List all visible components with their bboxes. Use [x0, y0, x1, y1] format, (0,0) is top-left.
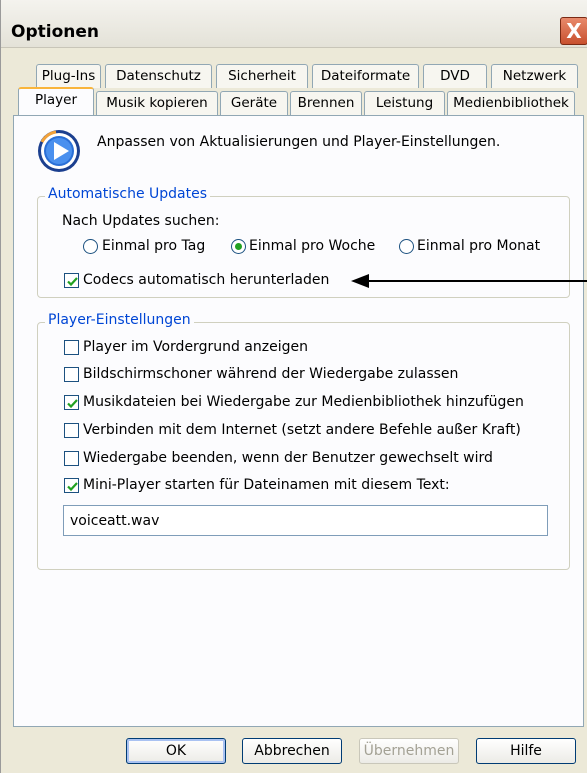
checkbox-add-to-library-label[interactable]: Musikdateien bei Wiedergabe zur Medienbi… [83, 394, 524, 410]
media-player-icon [38, 130, 80, 172]
cancel-button[interactable]: Abbrechen [242, 738, 342, 764]
radio-weekly-label[interactable]: Einmal pro Woche [249, 238, 375, 254]
player-settings-legend: Player-Einstellungen [45, 312, 194, 328]
radio-daily-label[interactable]: Einmal pro Tag [102, 238, 205, 254]
checkbox-screensaver-label[interactable]: Bildschirmschoner während der Wiedergabe… [83, 366, 458, 382]
codecs-label[interactable]: Codecs automatisch herunterladen [83, 272, 329, 288]
arrow-icon [351, 274, 587, 288]
tab-geraete[interactable]: Geräte [220, 91, 288, 115]
updates-legend: Automatische Updates [45, 186, 211, 202]
tab-sicherheit[interactable]: Sicherheit [216, 64, 308, 88]
apply-button[interactable]: Übernehmen [359, 738, 459, 764]
checkbox-stop-on-user-switch-label[interactable]: Wiedergabe beenden, wenn der Benutzer ge… [83, 450, 493, 466]
radio-selected-dot [235, 243, 242, 250]
tab-dateiformate[interactable]: Dateiformate [312, 64, 419, 88]
help-button[interactable]: Hilfe [476, 738, 576, 764]
radio-daily[interactable] [83, 239, 98, 254]
tab-leistung[interactable]: Leistung [364, 91, 445, 115]
mini-player-text-input[interactable] [64, 506, 547, 535]
checkmark-icon [67, 399, 78, 409]
options-dialog: Optionen X Plug-Ins Datenschutz Sicherhe… [0, 0, 587, 773]
checkbox-connect-internet[interactable] [64, 423, 79, 438]
tab-medienbibliothek[interactable]: Medienbibliothek [447, 91, 575, 115]
radio-monthly[interactable] [399, 239, 414, 254]
checkbox-foreground[interactable] [64, 340, 79, 355]
header-description: Anpassen von Aktualisierungen und Player… [97, 134, 501, 150]
window-title: Optionen [11, 22, 99, 42]
tab-netzwerk[interactable]: Netzwerk [491, 64, 578, 88]
updates-label: Nach Updates suchen: [62, 213, 220, 229]
checkmark-icon [67, 277, 78, 287]
checkbox-add-to-library[interactable] [64, 395, 79, 410]
checkbox-connect-internet-label[interactable]: Verbinden mit dem Internet (setzt andere… [83, 422, 521, 438]
tab-brennen[interactable]: Brennen [290, 91, 362, 115]
radio-monthly-label[interactable]: Einmal pro Monat [417, 238, 540, 254]
checkbox-mini-player-label[interactable]: Mini-Player starten für Dateinamen mit d… [83, 477, 450, 493]
mini-player-text-field[interactable] [63, 505, 548, 536]
radio-weekly[interactable] [231, 239, 246, 254]
ok-button[interactable]: OK [126, 738, 226, 764]
checkbox-foreground-label[interactable]: Player im Vordergrund anzeigen [83, 339, 308, 355]
checkbox-mini-player[interactable] [64, 478, 79, 493]
checkbox-screensaver[interactable] [64, 367, 79, 382]
tab-musik-kopieren[interactable]: Musik kopieren [96, 91, 218, 115]
checkbox-stop-on-user-switch[interactable] [64, 451, 79, 466]
close-icon: X [566, 19, 582, 43]
codecs-checkbox[interactable] [64, 273, 79, 288]
tab-datenschutz[interactable]: Datenschutz [105, 64, 212, 88]
title-bar[interactable]: Optionen X [1, 0, 587, 48]
tab-plug-ins[interactable]: Plug-Ins [36, 64, 101, 88]
tab-player[interactable]: Player [18, 87, 94, 115]
tab-dvd[interactable]: DVD [423, 64, 487, 88]
close-button[interactable]: X [560, 17, 587, 45]
checkmark-icon [67, 482, 78, 492]
